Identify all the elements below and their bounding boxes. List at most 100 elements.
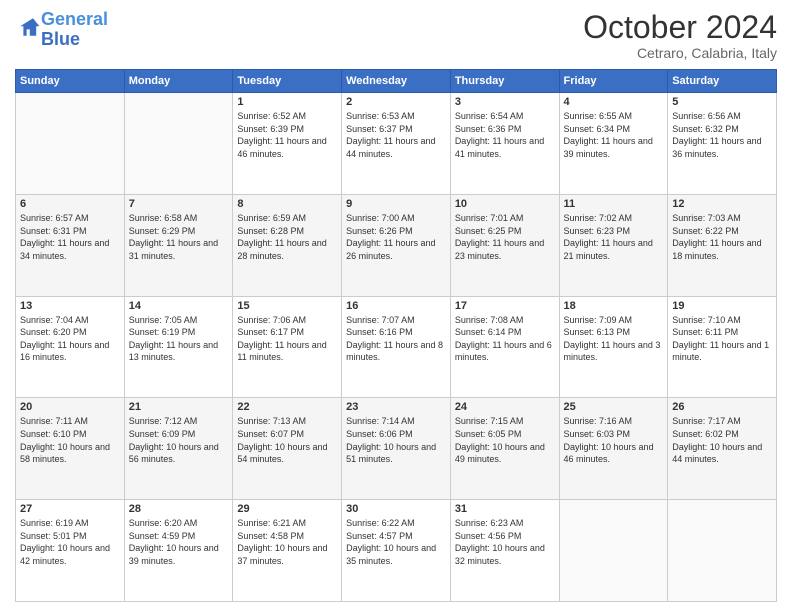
day-number: 11 <box>564 198 664 210</box>
calendar-day-cell: 19 Sunrise: 7:10 AM Sunset: 6:11 PM Dayli… <box>668 296 777 398</box>
day-info: Sunrise: 7:12 AM Sunset: 6:09 PM Dayligh… <box>129 415 229 465</box>
day-number: 30 <box>346 503 446 515</box>
day-info: Sunrise: 7:11 AM Sunset: 6:10 PM Dayligh… <box>20 415 120 465</box>
calendar-day-cell: 17Sunrise: 7:08 AM Sunset: 6:14 PM Dayli… <box>450 296 559 398</box>
day-info: Sunrise: 6:57 AM Sunset: 6:31 PM Dayligh… <box>20 212 120 262</box>
logo-icon <box>17 15 41 39</box>
day-info: Sunrise: 7:00 AM Sunset: 6:26 PM Dayligh… <box>346 212 446 262</box>
day-number: 7 <box>129 198 229 210</box>
calendar-day-cell: 7 Sunrise: 6:58 AM Sunset: 6:29 PM Daylig… <box>124 194 233 296</box>
day-info: Sunrise: 7:07 AM Sunset: 6:16 PM Dayligh… <box>346 314 446 364</box>
day-info: Sunrise: 6:52 AM Sunset: 6:39 PM Dayligh… <box>237 110 337 160</box>
day-number: 27 <box>20 503 120 515</box>
day-number: 16 <box>346 300 446 312</box>
day-number: 9 <box>346 198 446 210</box>
calendar-day-cell: 23 Sunrise: 7:14 AM Sunset: 6:06 PM Dayli… <box>342 398 451 500</box>
calendar-week-row: 27 Sunrise: 6:19 AM Sunset: 5:01 PM Dayli… <box>16 500 777 602</box>
calendar-day-cell: 16 Sunrise: 7:07 AM Sunset: 6:16 PM Dayli… <box>342 296 451 398</box>
calendar-day-cell: 29 Sunrise: 6:21 AM Sunset: 4:58 PM Dayli… <box>233 500 342 602</box>
day-number: 26 <box>672 401 772 413</box>
weekday-header: Wednesday <box>342 70 451 93</box>
calendar: SundayMondayTuesdayWednesdayThursdayFrid… <box>15 69 777 602</box>
calendar-day-cell: 6 Sunrise: 6:57 AM Sunset: 6:31 PM Daylig… <box>16 194 125 296</box>
calendar-day-cell: 25 Sunrise: 7:16 AM Sunset: 6:03 PM Dayli… <box>559 398 668 500</box>
logo: General Blue <box>15 10 108 50</box>
day-info: Sunrise: 7:01 AM Sunset: 6:25 PM Dayligh… <box>455 212 555 262</box>
day-info: Sunrise: 7:14 AM Sunset: 6:06 PM Dayligh… <box>346 415 446 465</box>
day-number: 24 <box>455 401 555 413</box>
calendar-day-cell <box>668 500 777 602</box>
day-info: Sunrise: 7:06 AM Sunset: 6:17 PM Dayligh… <box>237 314 337 364</box>
location: Cetraro, Calabria, Italy <box>583 45 777 61</box>
logo-general: General <box>41 9 108 29</box>
calendar-week-row: 1 Sunrise: 6:52 AM Sunset: 6:39 PM Daylig… <box>16 93 777 195</box>
day-info: Sunrise: 7:16 AM Sunset: 6:03 PM Dayligh… <box>564 415 664 465</box>
day-number: 25 <box>564 401 664 413</box>
calendar-day-cell: 1 Sunrise: 6:52 AM Sunset: 6:39 PM Daylig… <box>233 93 342 195</box>
day-info: Sunrise: 6:22 AM Sunset: 4:57 PM Dayligh… <box>346 517 446 567</box>
page: General Blue October 2024 Cetraro, Calab… <box>0 0 792 612</box>
day-info: Sunrise: 6:20 AM Sunset: 4:59 PM Dayligh… <box>129 517 229 567</box>
calendar-day-cell: 30 Sunrise: 6:22 AM Sunset: 4:57 PM Dayli… <box>342 500 451 602</box>
weekday-header: Friday <box>559 70 668 93</box>
day-number: 17 <box>455 300 555 312</box>
calendar-week-row: 20 Sunrise: 7:11 AM Sunset: 6:10 PM Dayli… <box>16 398 777 500</box>
day-number: 5 <box>672 96 772 108</box>
calendar-day-cell: 12Sunrise: 7:03 AM Sunset: 6:22 PM Dayli… <box>668 194 777 296</box>
day-number: 10 <box>455 198 555 210</box>
day-number: 21 <box>129 401 229 413</box>
calendar-day-cell: 15 Sunrise: 7:06 AM Sunset: 6:17 PM Dayli… <box>233 296 342 398</box>
day-info: Sunrise: 7:13 AM Sunset: 6:07 PM Dayligh… <box>237 415 337 465</box>
calendar-day-cell: 22 Sunrise: 7:13 AM Sunset: 6:07 PM Dayli… <box>233 398 342 500</box>
day-info: Sunrise: 7:10 AM Sunset: 6:11 PM Dayligh… <box>672 314 772 364</box>
calendar-day-cell <box>16 93 125 195</box>
day-info: Sunrise: 6:23 AM Sunset: 4:56 PM Dayligh… <box>455 517 555 567</box>
month-title: October 2024 <box>583 10 777 45</box>
day-info: Sunrise: 7:17 AM Sunset: 6:02 PM Dayligh… <box>672 415 772 465</box>
day-number: 28 <box>129 503 229 515</box>
day-number: 19 <box>672 300 772 312</box>
day-info: Sunrise: 7:02 AM Sunset: 6:23 PM Dayligh… <box>564 212 664 262</box>
day-info: Sunrise: 6:19 AM Sunset: 5:01 PM Dayligh… <box>20 517 120 567</box>
weekday-header: Tuesday <box>233 70 342 93</box>
weekday-header: Saturday <box>668 70 777 93</box>
day-number: 12 <box>672 198 772 210</box>
day-info: Sunrise: 6:58 AM Sunset: 6:29 PM Dayligh… <box>129 212 229 262</box>
calendar-day-cell: 5 Sunrise: 6:56 AM Sunset: 6:32 PM Daylig… <box>668 93 777 195</box>
calendar-day-cell: 3Sunrise: 6:54 AM Sunset: 6:36 PM Daylig… <box>450 93 559 195</box>
day-info: Sunrise: 6:56 AM Sunset: 6:32 PM Dayligh… <box>672 110 772 160</box>
day-number: 14 <box>129 300 229 312</box>
day-number: 15 <box>237 300 337 312</box>
day-number: 13 <box>20 300 120 312</box>
day-info: Sunrise: 7:05 AM Sunset: 6:19 PM Dayligh… <box>129 314 229 364</box>
day-number: 31 <box>455 503 555 515</box>
day-number: 18 <box>564 300 664 312</box>
day-info: Sunrise: 6:55 AM Sunset: 6:34 PM Dayligh… <box>564 110 664 160</box>
day-number: 22 <box>237 401 337 413</box>
calendar-day-cell: 24Sunrise: 7:15 AM Sunset: 6:05 PM Dayli… <box>450 398 559 500</box>
calendar-day-cell: 18Sunrise: 7:09 AM Sunset: 6:13 PM Dayli… <box>559 296 668 398</box>
calendar-day-cell: 13 Sunrise: 7:04 AM Sunset: 6:20 PM Dayli… <box>16 296 125 398</box>
day-number: 20 <box>20 401 120 413</box>
day-number: 2 <box>346 96 446 108</box>
calendar-day-cell: 10 Sunrise: 7:01 AM Sunset: 6:25 PM Dayli… <box>450 194 559 296</box>
logo-blue: Blue <box>41 29 80 49</box>
calendar-day-cell: 8Sunrise: 6:59 AM Sunset: 6:28 PM Daylig… <box>233 194 342 296</box>
calendar-day-cell: 21 Sunrise: 7:12 AM Sunset: 6:09 PM Dayli… <box>124 398 233 500</box>
day-info: Sunrise: 6:59 AM Sunset: 6:28 PM Dayligh… <box>237 212 337 262</box>
day-number: 6 <box>20 198 120 210</box>
calendar-day-cell <box>124 93 233 195</box>
weekday-header: Monday <box>124 70 233 93</box>
day-number: 29 <box>237 503 337 515</box>
day-info: Sunrise: 7:04 AM Sunset: 6:20 PM Dayligh… <box>20 314 120 364</box>
day-number: 23 <box>346 401 446 413</box>
calendar-week-row: 13 Sunrise: 7:04 AM Sunset: 6:20 PM Dayli… <box>16 296 777 398</box>
calendar-day-cell: 26 Sunrise: 7:17 AM Sunset: 6:02 PM Dayli… <box>668 398 777 500</box>
calendar-day-cell: 9 Sunrise: 7:00 AM Sunset: 6:26 PM Daylig… <box>342 194 451 296</box>
calendar-day-cell: 28 Sunrise: 6:20 AM Sunset: 4:59 PM Dayli… <box>124 500 233 602</box>
title-block: October 2024 Cetraro, Calabria, Italy <box>583 10 777 61</box>
calendar-day-cell: 31 Sunrise: 6:23 AM Sunset: 4:56 PM Dayli… <box>450 500 559 602</box>
day-number: 1 <box>237 96 337 108</box>
calendar-day-cell: 20 Sunrise: 7:11 AM Sunset: 6:10 PM Dayli… <box>16 398 125 500</box>
day-info: Sunrise: 6:21 AM Sunset: 4:58 PM Dayligh… <box>237 517 337 567</box>
